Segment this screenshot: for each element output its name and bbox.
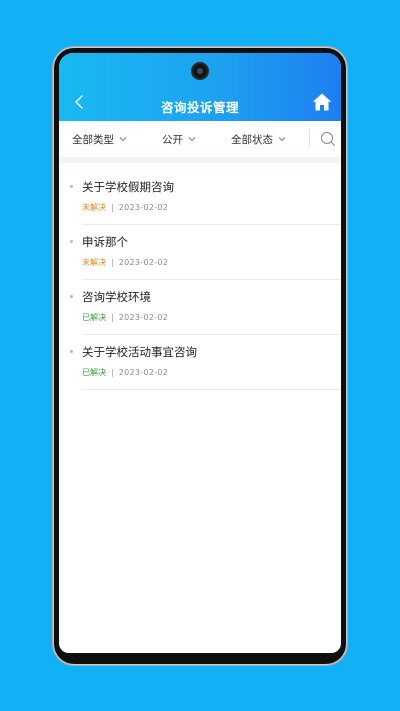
item-date: 2023-02-02 — [118, 258, 169, 267]
item-date: 2023-02-02 — [118, 313, 169, 322]
list-item[interactable]: 关于学校活动事宜咨询 已解决 | 2023-02-02 — [59, 335, 341, 390]
phone-bezel: 咨询投诉管理 全部类型 公开 全部状态 关于学校假期咨询 未解决 | 2023-… — [54, 48, 346, 664]
item-date: 2023-02-02 — [118, 203, 169, 212]
home-icon — [312, 93, 332, 111]
list-item[interactable]: 关于学校假期咨询 未解决 | 2023-02-02 — [59, 170, 341, 225]
item-meta: 已解决 | 2023-02-02 — [82, 312, 168, 323]
bottom-edge — [59, 645, 341, 653]
status-badge: 已解决 — [82, 368, 106, 377]
visibility-filter-dropdown[interactable]: 公开 — [162, 132, 196, 147]
meta-separator: | — [111, 313, 114, 322]
filter-divider — [309, 129, 310, 147]
front-camera — [193, 64, 207, 78]
chevron-down-icon — [120, 137, 127, 142]
search-button[interactable] — [320, 131, 336, 147]
bullet-dot — [70, 240, 73, 243]
item-divider — [82, 389, 341, 390]
app-screen: 咨询投诉管理 全部类型 公开 全部状态 关于学校假期咨询 未解决 | 2023-… — [59, 53, 341, 653]
status-badge: 未解决 — [82, 203, 106, 212]
list-item[interactable]: 咨询学校环境 已解决 | 2023-02-02 — [59, 280, 341, 335]
page-title: 咨询投诉管理 — [160, 100, 239, 115]
phone-frame: 咨询投诉管理 全部类型 公开 全部状态 关于学校假期咨询 未解决 | 2023-… — [52, 46, 348, 666]
type-filter-dropdown[interactable]: 全部类型 — [72, 132, 127, 147]
consultation-list: 关于学校假期咨询 未解决 | 2023-02-02 申诉那个 未解决 | 2023-02… — [59, 170, 341, 390]
item-title: 关于学校活动事宜咨询 — [82, 345, 197, 359]
chevron-left-icon — [75, 95, 83, 109]
item-title: 关于学校假期咨询 — [82, 180, 174, 194]
visibility-filter-label: 公开 — [162, 134, 183, 146]
home-button[interactable] — [311, 91, 333, 113]
chevron-down-icon — [189, 137, 196, 142]
chevron-down-icon — [279, 137, 286, 142]
filter-bar: 全部类型 公开 全部状态 — [59, 121, 341, 163]
type-filter-label: 全部类型 — [72, 134, 114, 146]
meta-separator: | — [111, 368, 114, 377]
back-button[interactable] — [71, 93, 89, 111]
bullet-dot — [70, 295, 73, 298]
item-title: 申诉那个 — [82, 235, 128, 249]
status-filter-dropdown[interactable]: 全部状态 — [231, 132, 286, 147]
item-date: 2023-02-02 — [118, 368, 169, 377]
search-icon — [321, 132, 335, 146]
bullet-dot — [70, 185, 73, 188]
status-filter-label: 全部状态 — [231, 134, 273, 146]
list-item[interactable]: 申诉那个 未解决 | 2023-02-02 — [59, 225, 341, 280]
item-title: 咨询学校环境 — [82, 290, 151, 304]
item-meta: 未解决 | 2023-02-02 — [82, 257, 168, 268]
status-badge: 已解决 — [82, 313, 106, 322]
item-meta: 已解决 | 2023-02-02 — [82, 367, 168, 378]
meta-separator: | — [111, 258, 114, 267]
status-badge: 未解决 — [82, 258, 106, 267]
bullet-dot — [70, 350, 73, 353]
item-meta: 未解决 | 2023-02-02 — [82, 202, 168, 213]
meta-separator: | — [111, 203, 114, 212]
